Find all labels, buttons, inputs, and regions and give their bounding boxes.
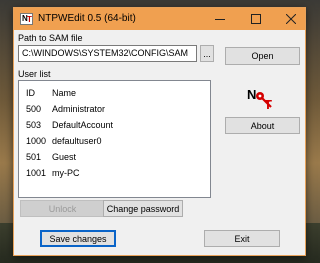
close-icon bbox=[286, 14, 296, 24]
user-list[interactable]: ID Name 500 Administrator 503 DefaultAcc… bbox=[18, 80, 211, 198]
close-button[interactable] bbox=[277, 8, 305, 30]
user-name: Administrator bbox=[52, 104, 106, 114]
unlock-button[interactable]: Unlock bbox=[20, 200, 105, 217]
sam-path-input[interactable]: C:\WINDOWS\SYSTEM32\CONFIG\SAM bbox=[18, 45, 197, 62]
open-button[interactable]: Open bbox=[225, 47, 300, 65]
user-list-label: User list bbox=[18, 69, 51, 79]
user-id: 501 bbox=[26, 152, 42, 162]
svg-text:N: N bbox=[247, 87, 256, 102]
window-title: NTPWEdit 0.5 (64-bit) bbox=[38, 13, 136, 24]
user-name: Guest bbox=[52, 152, 77, 162]
change-password-button[interactable]: Change password bbox=[103, 200, 183, 217]
path-label: Path to SAM file bbox=[18, 33, 83, 43]
user-id: 1001 bbox=[26, 168, 47, 178]
user-id: 500 bbox=[26, 104, 42, 114]
about-button[interactable]: About bbox=[225, 117, 300, 134]
save-changes-button[interactable]: Save changes bbox=[40, 230, 116, 247]
browse-button[interactable]: ... bbox=[200, 45, 214, 62]
title-bar[interactable]: NT NTPWEdit 0.5 (64-bit) bbox=[14, 8, 305, 30]
app-window: NT NTPWEdit 0.5 (64-bit) Path to SAM fil… bbox=[13, 7, 306, 256]
minimize-icon bbox=[215, 19, 225, 20]
user-name: my-PC bbox=[52, 168, 80, 178]
user-id: 1000 bbox=[26, 136, 47, 146]
maximize-button[interactable] bbox=[242, 8, 270, 30]
nt-key-logo-icon: N T bbox=[247, 87, 272, 111]
user-name: DefaultAccount bbox=[52, 120, 114, 130]
maximize-icon bbox=[251, 14, 261, 24]
user-id: 503 bbox=[26, 120, 42, 130]
column-header-id: ID bbox=[26, 88, 35, 98]
minimize-button[interactable] bbox=[206, 8, 234, 30]
user-name: defaultuser0 bbox=[52, 136, 102, 146]
column-header-name: Name bbox=[52, 88, 77, 98]
exit-button[interactable]: Exit bbox=[204, 230, 280, 247]
app-icon: NT bbox=[20, 13, 33, 25]
